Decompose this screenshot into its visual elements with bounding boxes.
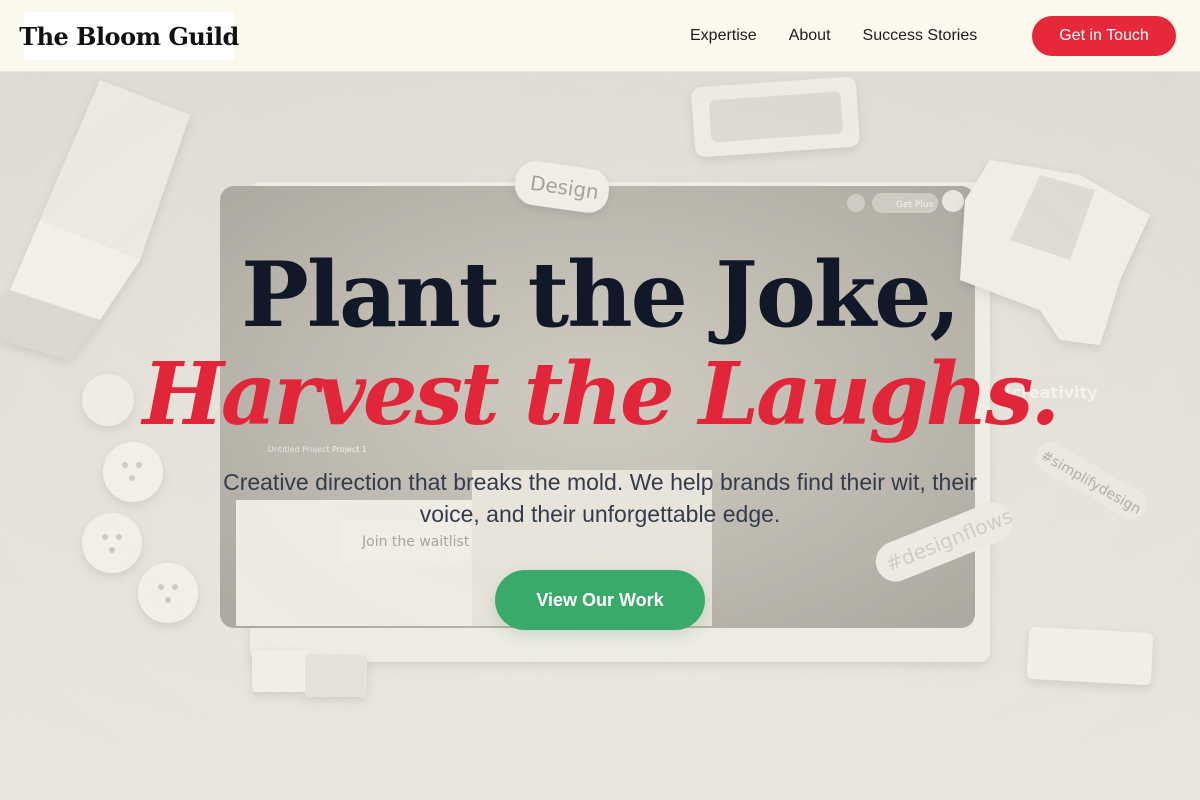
brand-logo[interactable]: The Bloom Guild: [19, 12, 239, 60]
get-in-touch-button[interactable]: Get in Touch: [1032, 16, 1176, 56]
hero-subtext: Creative direction that breaks the mold.…: [223, 469, 977, 527]
site-header: The Bloom Guild Expertise About Success …: [0, 0, 1200, 72]
nav-link-success-stories[interactable]: Success Stories: [863, 27, 978, 45]
nav-link-about[interactable]: About: [789, 27, 831, 45]
hero-headline-line2: Harvest the Laughs.: [142, 344, 1061, 445]
main-nav: Expertise About Success Stories: [690, 0, 977, 72]
view-our-work-button[interactable]: View Our Work: [495, 570, 705, 630]
nav-link-expertise[interactable]: Expertise: [690, 27, 757, 45]
hero-headline-line1: Plant the Joke,: [241, 242, 961, 348]
